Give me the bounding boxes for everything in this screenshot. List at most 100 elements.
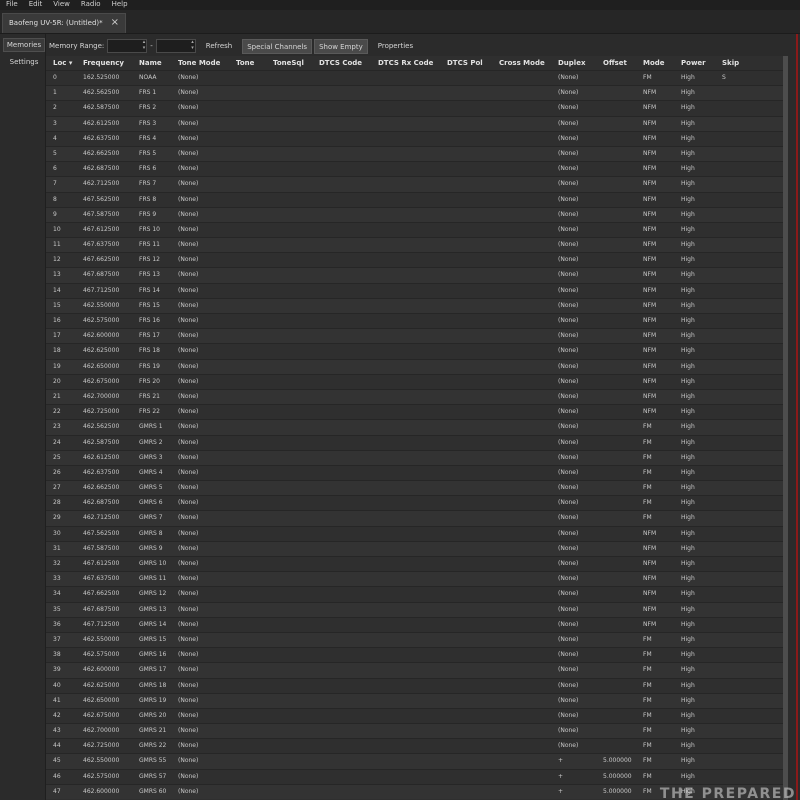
cell-duplex[interactable]: (None) (558, 636, 578, 643)
cell-power[interactable]: High (681, 514, 695, 521)
cell-name[interactable]: GMRS 17 (139, 666, 166, 673)
table-row[interactable]: 18 462.625000 FRS 18 (None) (None) NFM High (46, 343, 788, 358)
cell-power[interactable]: High (681, 712, 695, 719)
cell-duplex[interactable]: (None) (558, 606, 578, 613)
cell-tone-mode[interactable]: (None) (178, 788, 198, 795)
cell-power[interactable]: High (681, 256, 695, 263)
cell-duplex[interactable]: (None) (558, 499, 578, 506)
cell-name[interactable]: FRS 15 (139, 302, 160, 309)
cell-frequency[interactable]: 467.637500 (83, 241, 119, 248)
cell-tone-mode[interactable]: (None) (178, 393, 198, 400)
cell-name[interactable]: FRS 10 (139, 226, 160, 233)
cell-frequency[interactable]: 462.625000 (83, 682, 119, 689)
cell-power[interactable]: High (681, 590, 695, 597)
cell-duplex[interactable]: (None) (558, 256, 578, 263)
cell-power[interactable]: High (681, 271, 695, 278)
cell-name[interactable]: GMRS 10 (139, 560, 166, 567)
column-header-tonesql[interactable]: ToneSql (273, 59, 304, 67)
cell-mode[interactable]: NFM (643, 89, 656, 96)
cell-loc[interactable]: 25 (53, 454, 61, 461)
cell-loc[interactable]: 35 (53, 606, 61, 613)
cell-mode[interactable]: NFM (643, 120, 656, 127)
cell-tone-mode[interactable]: (None) (178, 636, 198, 643)
table-row[interactable]: 15 462.550000 FRS 15 (None) (None) NFM High (46, 297, 788, 313)
cell-loc[interactable]: 10 (53, 226, 61, 233)
cell-tone-mode[interactable]: (None) (178, 499, 198, 506)
cell-frequency[interactable]: 462.650000 (83, 363, 119, 370)
cell-power[interactable]: High (681, 575, 695, 582)
cell-tone-mode[interactable]: (None) (178, 135, 198, 142)
cell-frequency[interactable]: 467.712500 (83, 287, 119, 294)
cell-duplex[interactable]: (None) (558, 211, 578, 218)
column-header-mode[interactable]: Mode (643, 59, 665, 67)
cell-name[interactable]: FRS 4 (139, 135, 156, 142)
cell-power[interactable]: High (681, 606, 695, 613)
cell-loc[interactable]: 16 (53, 317, 61, 324)
cell-mode[interactable]: FM (643, 666, 652, 673)
menu-radio[interactable]: Radio (81, 0, 101, 10)
cell-power[interactable]: High (681, 378, 695, 385)
table-row[interactable]: 33 467.637500 GMRS 11 (None) (None) NFM High (46, 571, 788, 587)
cell-mode[interactable]: NFM (643, 606, 656, 613)
cell-frequency[interactable]: 462.725000 (83, 408, 119, 415)
cell-tone-mode[interactable]: (None) (178, 469, 198, 476)
cell-mode[interactable]: FM (643, 697, 652, 704)
cell-tone-mode[interactable]: (None) (178, 545, 198, 552)
cell-name[interactable]: FRS 3 (139, 120, 156, 127)
cell-name[interactable]: FRS 11 (139, 241, 160, 248)
table-row[interactable]: 21 462.700000 FRS 21 (None) (None) NFM High (46, 388, 788, 405)
column-header-loc[interactable]: Loc ▾ (53, 59, 72, 67)
table-row[interactable]: 3 462.612500 FRS 3 (None) (None) NFM High (46, 115, 788, 131)
refresh-button[interactable]: Refresh (202, 39, 236, 54)
table-row[interactable]: 42 462.675000 GMRS 20 (None) (None) FM High (46, 707, 788, 723)
cell-loc[interactable]: 37 (53, 636, 61, 643)
cell-mode[interactable]: FM (643, 74, 652, 81)
cell-duplex[interactable]: (None) (558, 666, 578, 673)
cell-duplex[interactable]: (None) (558, 287, 578, 294)
cell-frequency[interactable]: 162.525000 (83, 74, 119, 81)
cell-loc[interactable]: 3 (53, 120, 57, 127)
cell-loc[interactable]: 5 (53, 150, 57, 157)
cell-duplex[interactable]: (None) (558, 469, 578, 476)
cell-loc[interactable]: 36 (53, 621, 61, 628)
cell-loc[interactable]: 19 (53, 363, 61, 370)
table-row[interactable]: 8 467.562500 FRS 8 (None) (None) NFM High (46, 191, 788, 207)
scrollbar-thumb[interactable] (783, 56, 788, 800)
cell-mode[interactable]: NFM (643, 104, 656, 111)
memory-range-end-spinner[interactable] (155, 39, 196, 53)
cell-frequency[interactable]: 462.712500 (83, 514, 119, 521)
table-row[interactable]: 43 462.700000 GMRS 21 (None) (None) FM High (46, 723, 788, 739)
cell-loc[interactable]: 23 (53, 423, 61, 430)
show-empty-button[interactable]: Show Empty (314, 38, 368, 54)
column-header-offset[interactable]: Offset (603, 59, 627, 67)
table-row[interactable]: 36 467.712500 GMRS 14 (None) (None) NFM High (46, 616, 788, 632)
cell-name[interactable]: GMRS 60 (139, 788, 166, 795)
cell-loc[interactable]: 31 (53, 545, 61, 552)
cell-duplex[interactable]: (None) (558, 712, 578, 719)
cell-name[interactable]: FRS 13 (139, 271, 160, 278)
cell-power[interactable]: High (681, 530, 695, 537)
cell-loc[interactable]: 40 (53, 682, 61, 689)
cell-tone-mode[interactable]: (None) (178, 712, 198, 719)
cell-loc[interactable]: 4 (53, 135, 57, 142)
cell-tone-mode[interactable]: (None) (178, 196, 198, 203)
table-scrollbar[interactable] (783, 56, 788, 800)
cell-duplex[interactable]: (None) (558, 302, 578, 309)
cell-name[interactable]: FRS 19 (139, 363, 160, 370)
cell-mode[interactable]: FM (643, 682, 652, 689)
cell-power[interactable]: High (681, 302, 695, 309)
cell-loc[interactable]: 45 (53, 757, 61, 764)
cell-frequency[interactable]: 462.662500 (83, 150, 119, 157)
cell-duplex[interactable]: (None) (558, 180, 578, 187)
cell-name[interactable]: GMRS 4 (139, 469, 163, 476)
cell-frequency[interactable]: 467.687500 (83, 271, 119, 278)
cell-tone-mode[interactable]: (None) (178, 378, 198, 385)
cell-tone-mode[interactable]: (None) (178, 666, 198, 673)
cell-loc[interactable]: 1 (53, 89, 57, 96)
cell-tone-mode[interactable]: (None) (178, 560, 198, 567)
cell-power[interactable]: High (681, 773, 695, 780)
cell-name[interactable]: GMRS 18 (139, 682, 166, 689)
cell-name[interactable]: FRS 22 (139, 408, 160, 415)
cell-tone-mode[interactable]: (None) (178, 332, 198, 339)
cell-name[interactable]: GMRS 22 (139, 742, 166, 749)
